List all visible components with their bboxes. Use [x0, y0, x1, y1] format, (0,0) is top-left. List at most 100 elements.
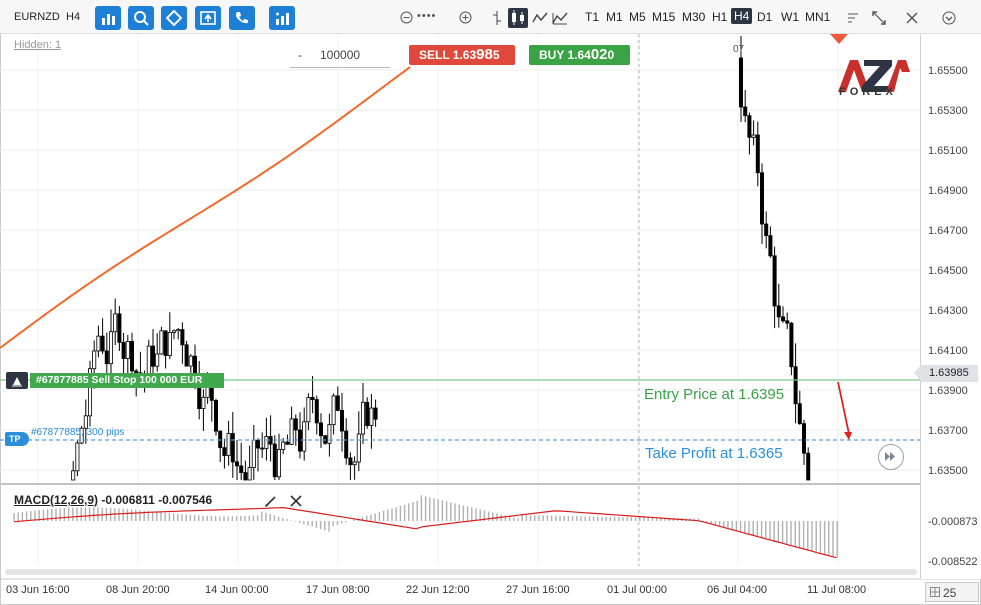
- candle-body: [806, 452, 811, 481]
- candle-body: [272, 443, 277, 478]
- scroll-to-end-button[interactable]: [878, 444, 904, 470]
- candle-body: [276, 448, 281, 478]
- candle-body: [255, 439, 260, 449]
- pending-order-label[interactable]: #67877885 Sell Stop 100 000 EUR: [30, 373, 224, 388]
- quantity-minus-button[interactable]: -: [298, 48, 302, 62]
- candle-body: [100, 335, 105, 352]
- candle-body: [751, 134, 756, 138]
- candle-body: [71, 470, 76, 481]
- candle-body: [96, 335, 101, 352]
- candle-body: [146, 345, 151, 374]
- buy-button[interactable]: BUY 1.64020: [529, 45, 630, 65]
- take-profit-annotation: Take Profit at 1.6365: [645, 445, 783, 462]
- candle-body: [739, 57, 744, 108]
- time-axis-label: 17 Jun 08:00: [306, 584, 370, 596]
- candle-body: [260, 447, 265, 450]
- candle-body: [310, 397, 315, 400]
- hidden-objects-link[interactable]: Hidden: 1: [14, 39, 61, 51]
- quantity-field[interactable]: - 100000: [290, 44, 406, 68]
- candle-body: [247, 467, 252, 481]
- price-axis-label: 1.65100: [928, 145, 968, 157]
- order-drag-handle[interactable]: [6, 372, 28, 389]
- candle-body: [264, 436, 269, 449]
- buy-price-big: 02: [590, 46, 608, 63]
- bars-count-box[interactable]: 25: [925, 582, 979, 602]
- bars-count: 25: [943, 586, 957, 600]
- macd-axis-label-bottom: -0.008522: [928, 556, 978, 568]
- time-axis-label: 03 Jun 16:00: [6, 584, 70, 596]
- candle-body: [339, 409, 344, 432]
- candle-body: [201, 396, 206, 410]
- candle-body: [230, 433, 235, 463]
- sell-price-big: 98: [476, 46, 493, 63]
- sell-price-head: 1.63: [452, 48, 477, 62]
- candle-body: [180, 329, 185, 346]
- price-axis-label: 1.63900: [928, 385, 968, 397]
- candle-body: [226, 433, 231, 456]
- candle-body: [171, 330, 176, 333]
- quantity-underline: [290, 67, 390, 68]
- candle-body: [243, 472, 248, 481]
- candle-body: [755, 134, 760, 174]
- horizontal-scrollbar[interactable]: [5, 569, 917, 575]
- time-axis-label: 27 Jun 16:00: [506, 584, 570, 596]
- candle-body: [335, 395, 340, 411]
- candle-body: [167, 332, 172, 356]
- time-axis-label: 11 Jul 08:00: [807, 584, 867, 596]
- fast-forward-icon: [885, 452, 895, 461]
- sell-button[interactable]: SELL 1.63985: [409, 45, 515, 65]
- candle-body: [113, 313, 118, 333]
- edit-indicator-icon[interactable]: [264, 494, 278, 508]
- buy-label: BUY: [539, 48, 565, 62]
- trend-arrow-head: [844, 432, 852, 440]
- candle-body: [159, 330, 164, 355]
- remove-indicator-icon[interactable]: [289, 494, 303, 508]
- price-axis-label: 1.64500: [928, 265, 968, 277]
- candle-body: [75, 442, 80, 472]
- buy-price-head: 1.64: [567, 48, 591, 62]
- candle-body: [352, 461, 357, 466]
- quantity-value[interactable]: 100000: [320, 48, 360, 62]
- macd-axis-label-top: -0.000873: [928, 516, 978, 528]
- moving-average-line: [0, 66, 411, 349]
- time-axis-label: 08 Jun 20:00: [106, 584, 170, 596]
- candle-body: [121, 341, 126, 359]
- price-axis-label: 1.64300: [928, 305, 968, 317]
- candle-body: [163, 330, 168, 356]
- candle-body: [314, 399, 319, 424]
- current-price-tag: 1.63985: [914, 365, 978, 382]
- candle-body: [369, 407, 374, 426]
- candle-body: [293, 418, 298, 431]
- take-profit-badge[interactable]: TP: [5, 432, 29, 446]
- candle-body: [155, 353, 160, 367]
- candle-body: [205, 387, 210, 398]
- candle-body: [781, 316, 786, 322]
- candle-body: [365, 401, 370, 426]
- candle-body: [281, 441, 286, 450]
- sell-label: SELL: [419, 48, 450, 62]
- time-axis-label: 22 Jun 12:00: [406, 584, 470, 596]
- buy-price-tail: 0: [607, 48, 615, 62]
- macd-name: MACD(12,26,9): [14, 493, 99, 507]
- candle-body: [772, 255, 777, 307]
- time-axis-label: 01 Jul 00:00: [607, 584, 667, 596]
- candle-body: [176, 329, 181, 332]
- candle-body: [743, 106, 748, 117]
- candle-body: [222, 447, 227, 456]
- candle-body: [92, 350, 97, 370]
- candle-body: [348, 457, 353, 466]
- price-axis-label: 1.65300: [928, 105, 968, 117]
- price-axis-label: 1.63700: [928, 425, 968, 437]
- candle-body: [318, 422, 323, 437]
- candle-body: [188, 355, 193, 367]
- triangle-up-icon: [12, 377, 22, 387]
- top-right-number: 07: [733, 44, 745, 55]
- candle-body: [109, 331, 114, 365]
- candle-body: [218, 430, 223, 449]
- candle-body: [239, 465, 244, 473]
- candle-body: [789, 322, 794, 368]
- grid-icon: [930, 587, 940, 597]
- macd-indicator-label[interactable]: MACD(12,26,9) -0.006811 -0.007546: [14, 493, 212, 507]
- candle-body: [331, 395, 336, 426]
- price-chart[interactable]: [0, 0, 981, 605]
